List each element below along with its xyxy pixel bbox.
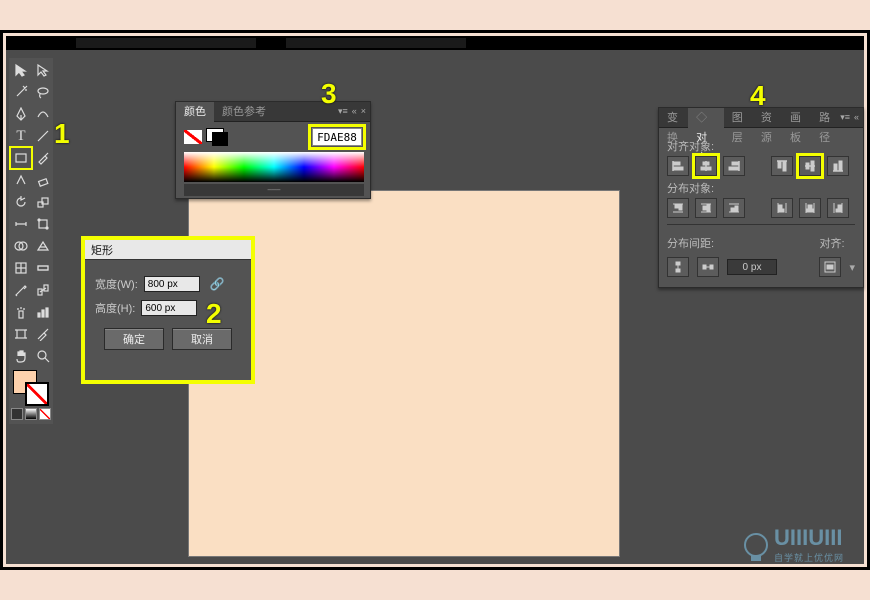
slice-tool[interactable] bbox=[33, 324, 53, 344]
lasso-tool[interactable] bbox=[33, 82, 53, 102]
panel-menu-indicator: ◇ bbox=[696, 112, 707, 124]
bulb-icon bbox=[744, 533, 768, 557]
gradient-tool[interactable] bbox=[33, 258, 53, 278]
magic-wand-tool[interactable] bbox=[11, 82, 31, 102]
dist-vcenter-button[interactable] bbox=[695, 198, 717, 218]
perspective-grid-tool[interactable] bbox=[33, 236, 53, 256]
dist-hcenter-button[interactable] bbox=[799, 198, 821, 218]
layers-tab[interactable]: 图层 bbox=[724, 108, 753, 128]
panel-menu-icon[interactable]: ▾≡ bbox=[338, 106, 348, 117]
rotate-tool[interactable] bbox=[11, 192, 31, 212]
align-to-button[interactable] bbox=[819, 257, 841, 277]
width-tool[interactable] bbox=[11, 214, 31, 234]
artboard-tab[interactable]: 画板 bbox=[782, 108, 811, 128]
color-mode-none[interactable] bbox=[39, 408, 51, 420]
curvature-tool[interactable] bbox=[33, 104, 53, 124]
align-vcenter-button[interactable] bbox=[799, 156, 821, 176]
color-mode-solid[interactable] bbox=[11, 408, 23, 420]
distribute-spacing-label: 分布间距: bbox=[667, 235, 777, 251]
document-tab[interactable] bbox=[76, 38, 256, 48]
align-to-label: 对齐: bbox=[819, 235, 855, 251]
watermark-brand: UIIIUIII bbox=[774, 525, 842, 550]
type-tool[interactable]: T bbox=[11, 126, 31, 146]
dist-right-button[interactable] bbox=[827, 198, 849, 218]
color-tab[interactable]: 颜色 bbox=[176, 102, 214, 122]
workspace: T bbox=[6, 36, 864, 564]
spacing-input[interactable] bbox=[727, 259, 777, 275]
panel-collapse-icon[interactable]: « bbox=[352, 106, 357, 117]
callout-4: 4 bbox=[750, 80, 766, 112]
align-tab[interactable]: ◇对齐 bbox=[688, 108, 724, 128]
color-none-swatch[interactable] bbox=[184, 130, 202, 144]
height-input[interactable] bbox=[141, 300, 197, 316]
callout-2: 2 bbox=[206, 298, 222, 330]
shaper-tool[interactable] bbox=[11, 170, 31, 190]
cancel-button[interactable]: 取消 bbox=[172, 328, 232, 350]
rectangle-tool[interactable] bbox=[11, 148, 31, 168]
align-bottom-button[interactable] bbox=[827, 156, 849, 176]
dist-bottom-button[interactable] bbox=[723, 198, 745, 218]
free-transform-tool[interactable] bbox=[33, 214, 53, 234]
selection-tool[interactable] bbox=[11, 60, 31, 80]
width-input[interactable] bbox=[144, 276, 200, 292]
document-tabbar bbox=[6, 36, 864, 50]
callout-1: 1 bbox=[54, 118, 70, 150]
path-tab[interactable]: 路径 bbox=[811, 108, 840, 128]
eyedropper-tool[interactable] bbox=[11, 280, 31, 300]
scale-tool[interactable] bbox=[33, 192, 53, 212]
color-guide-tab[interactable]: 颜色参考 bbox=[214, 102, 274, 122]
line-tool[interactable] bbox=[33, 126, 53, 146]
dist-vspace-button[interactable] bbox=[667, 257, 689, 277]
rectangle-dialog: 矩形 宽度(W): 🔗 高度(H): 确定 取消 bbox=[81, 236, 255, 384]
hex-input[interactable] bbox=[312, 128, 362, 146]
eraser-tool[interactable] bbox=[33, 170, 53, 190]
pen-tool[interactable] bbox=[11, 104, 31, 124]
panel-resize-grip[interactable] bbox=[184, 184, 364, 196]
callout-3: 3 bbox=[321, 78, 337, 110]
dialog-title: 矩形 bbox=[85, 240, 251, 260]
align-top-button[interactable] bbox=[771, 156, 793, 176]
dist-top-button[interactable] bbox=[667, 198, 689, 218]
align-left-button[interactable] bbox=[667, 156, 689, 176]
panel-close-icon[interactable]: × bbox=[361, 106, 366, 117]
column-graph-tool[interactable] bbox=[33, 302, 53, 322]
hand-tool[interactable] bbox=[11, 346, 31, 366]
stroke-swatch[interactable] bbox=[25, 382, 49, 406]
dropdown-icon[interactable]: ▾ bbox=[849, 261, 855, 274]
align-right-button[interactable] bbox=[723, 156, 745, 176]
color-mode-gradient[interactable] bbox=[25, 408, 37, 420]
artboard-tool[interactable] bbox=[11, 324, 31, 344]
watermark: UIIIUIII 自学就上优优网 bbox=[744, 525, 844, 564]
paintbrush-tool[interactable] bbox=[33, 148, 53, 168]
toolbox: T bbox=[9, 58, 53, 424]
color-stroke-swatch[interactable] bbox=[212, 132, 228, 146]
shape-builder-tool[interactable] bbox=[11, 236, 31, 256]
mesh-tool[interactable] bbox=[11, 258, 31, 278]
symbol-sprayer-tool[interactable] bbox=[11, 302, 31, 322]
document-tab[interactable] bbox=[286, 38, 466, 48]
height-label: 高度(H): bbox=[95, 300, 135, 316]
panel-menu-icon[interactable]: ▾≡ bbox=[840, 112, 850, 123]
dist-hspace-button[interactable] bbox=[697, 257, 719, 277]
dist-left-button[interactable] bbox=[771, 198, 793, 218]
panel-collapse-icon[interactable]: « bbox=[854, 112, 859, 123]
blend-tool[interactable] bbox=[33, 280, 53, 300]
width-label: 宽度(W): bbox=[95, 276, 138, 292]
link-dimensions-icon[interactable]: 🔗 bbox=[210, 277, 225, 291]
zoom-tool[interactable] bbox=[33, 346, 53, 366]
fill-stroke-swatch[interactable] bbox=[11, 368, 53, 404]
transform-tab[interactable]: 变换 bbox=[659, 108, 688, 128]
direct-selection-tool[interactable] bbox=[33, 60, 53, 80]
distribute-objects-label: 分布对象: bbox=[667, 180, 855, 196]
color-spectrum[interactable] bbox=[184, 152, 364, 182]
watermark-sub: 自学就上优优网 bbox=[774, 551, 844, 564]
align-hcenter-button[interactable] bbox=[695, 156, 717, 176]
color-panel: 颜色 颜色参考 ▾≡ « × bbox=[175, 101, 371, 199]
ok-button[interactable]: 确定 bbox=[104, 328, 164, 350]
align-panel: 变换 ◇对齐 图层 资源 画板 路径 ▾≡ « 对齐对象: bbox=[658, 107, 864, 288]
